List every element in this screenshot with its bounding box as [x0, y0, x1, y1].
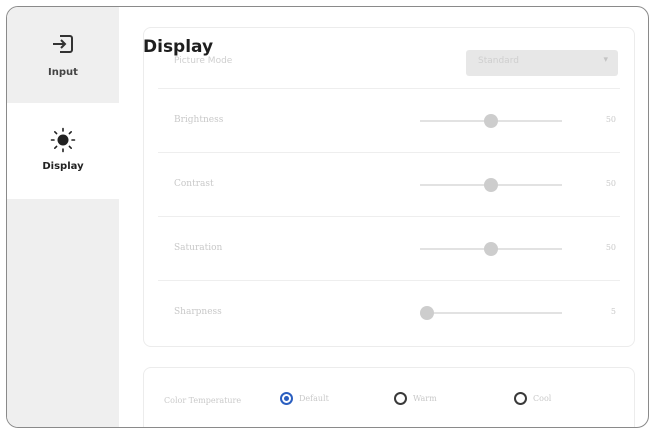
radio-label: Warm	[413, 394, 437, 403]
color-temperature-label: Color Temperature	[164, 396, 242, 405]
radio-selected-icon	[280, 392, 293, 405]
slider-label: Sharpness	[174, 307, 222, 317]
slider-thumb[interactable]	[484, 178, 498, 192]
radio-default[interactable]: Default	[280, 392, 329, 405]
sidebar-item-input[interactable]: Input	[7, 7, 119, 103]
slider-label: Saturation	[174, 243, 223, 253]
slider-row-contrast: Contrast 50	[158, 152, 620, 217]
brightness-slider[interactable]	[420, 114, 562, 128]
saturation-slider[interactable]	[420, 242, 562, 256]
settings-window: Input Display Picture Mode Standard ▾ Br…	[6, 6, 649, 428]
slider-label: Contrast	[174, 179, 214, 189]
slider-row-brightness: Brightness 50	[158, 88, 620, 153]
slider-value: 50	[605, 179, 616, 188]
radio-label: Cool	[533, 394, 552, 403]
slider-label: Brightness	[174, 115, 224, 125]
chevron-down-icon: ▾	[603, 55, 608, 65]
dropdown-value: Standard	[478, 56, 519, 66]
slider-thumb[interactable]	[484, 114, 498, 128]
picture-mode-label: Picture Mode	[174, 56, 233, 66]
sidebar-item-display[interactable]: Display	[7, 103, 119, 199]
radio-unselected-icon	[394, 392, 407, 405]
picture-mode-row: Picture Mode Standard ▾	[144, 28, 634, 88]
color-temperature-panel: Color Temperature Default Warm Cool	[143, 367, 635, 427]
sidebar: Input Display	[7, 7, 119, 427]
radio-cool[interactable]: Cool	[514, 392, 551, 405]
slider-row-sharpness: Sharpness 5	[158, 280, 620, 345]
radio-unselected-icon	[514, 392, 527, 405]
display-settings-panel: Picture Mode Standard ▾ Brightness 50 Co…	[143, 27, 635, 347]
brightness-icon	[50, 127, 76, 153]
radio-label: Default	[299, 394, 329, 403]
slider-value: 50	[605, 115, 616, 124]
main-content: Picture Mode Standard ▾ Brightness 50 Co…	[119, 7, 648, 427]
picture-mode-dropdown[interactable]: Standard ▾	[466, 50, 618, 76]
sidebar-item-label: Display	[42, 161, 84, 172]
slider-value: 50	[605, 243, 616, 252]
input-icon	[51, 31, 75, 57]
slider-value: 5	[610, 307, 616, 316]
contrast-slider[interactable]	[420, 178, 562, 192]
page-title: Display	[143, 37, 214, 57]
radio-warm[interactable]: Warm	[394, 392, 437, 405]
slider-thumb[interactable]	[484, 242, 498, 256]
sidebar-item-label: Input	[48, 67, 78, 78]
slider-thumb[interactable]	[420, 306, 435, 320]
slider-row-saturation: Saturation 50	[158, 216, 620, 281]
sharpness-slider[interactable]	[420, 306, 562, 320]
